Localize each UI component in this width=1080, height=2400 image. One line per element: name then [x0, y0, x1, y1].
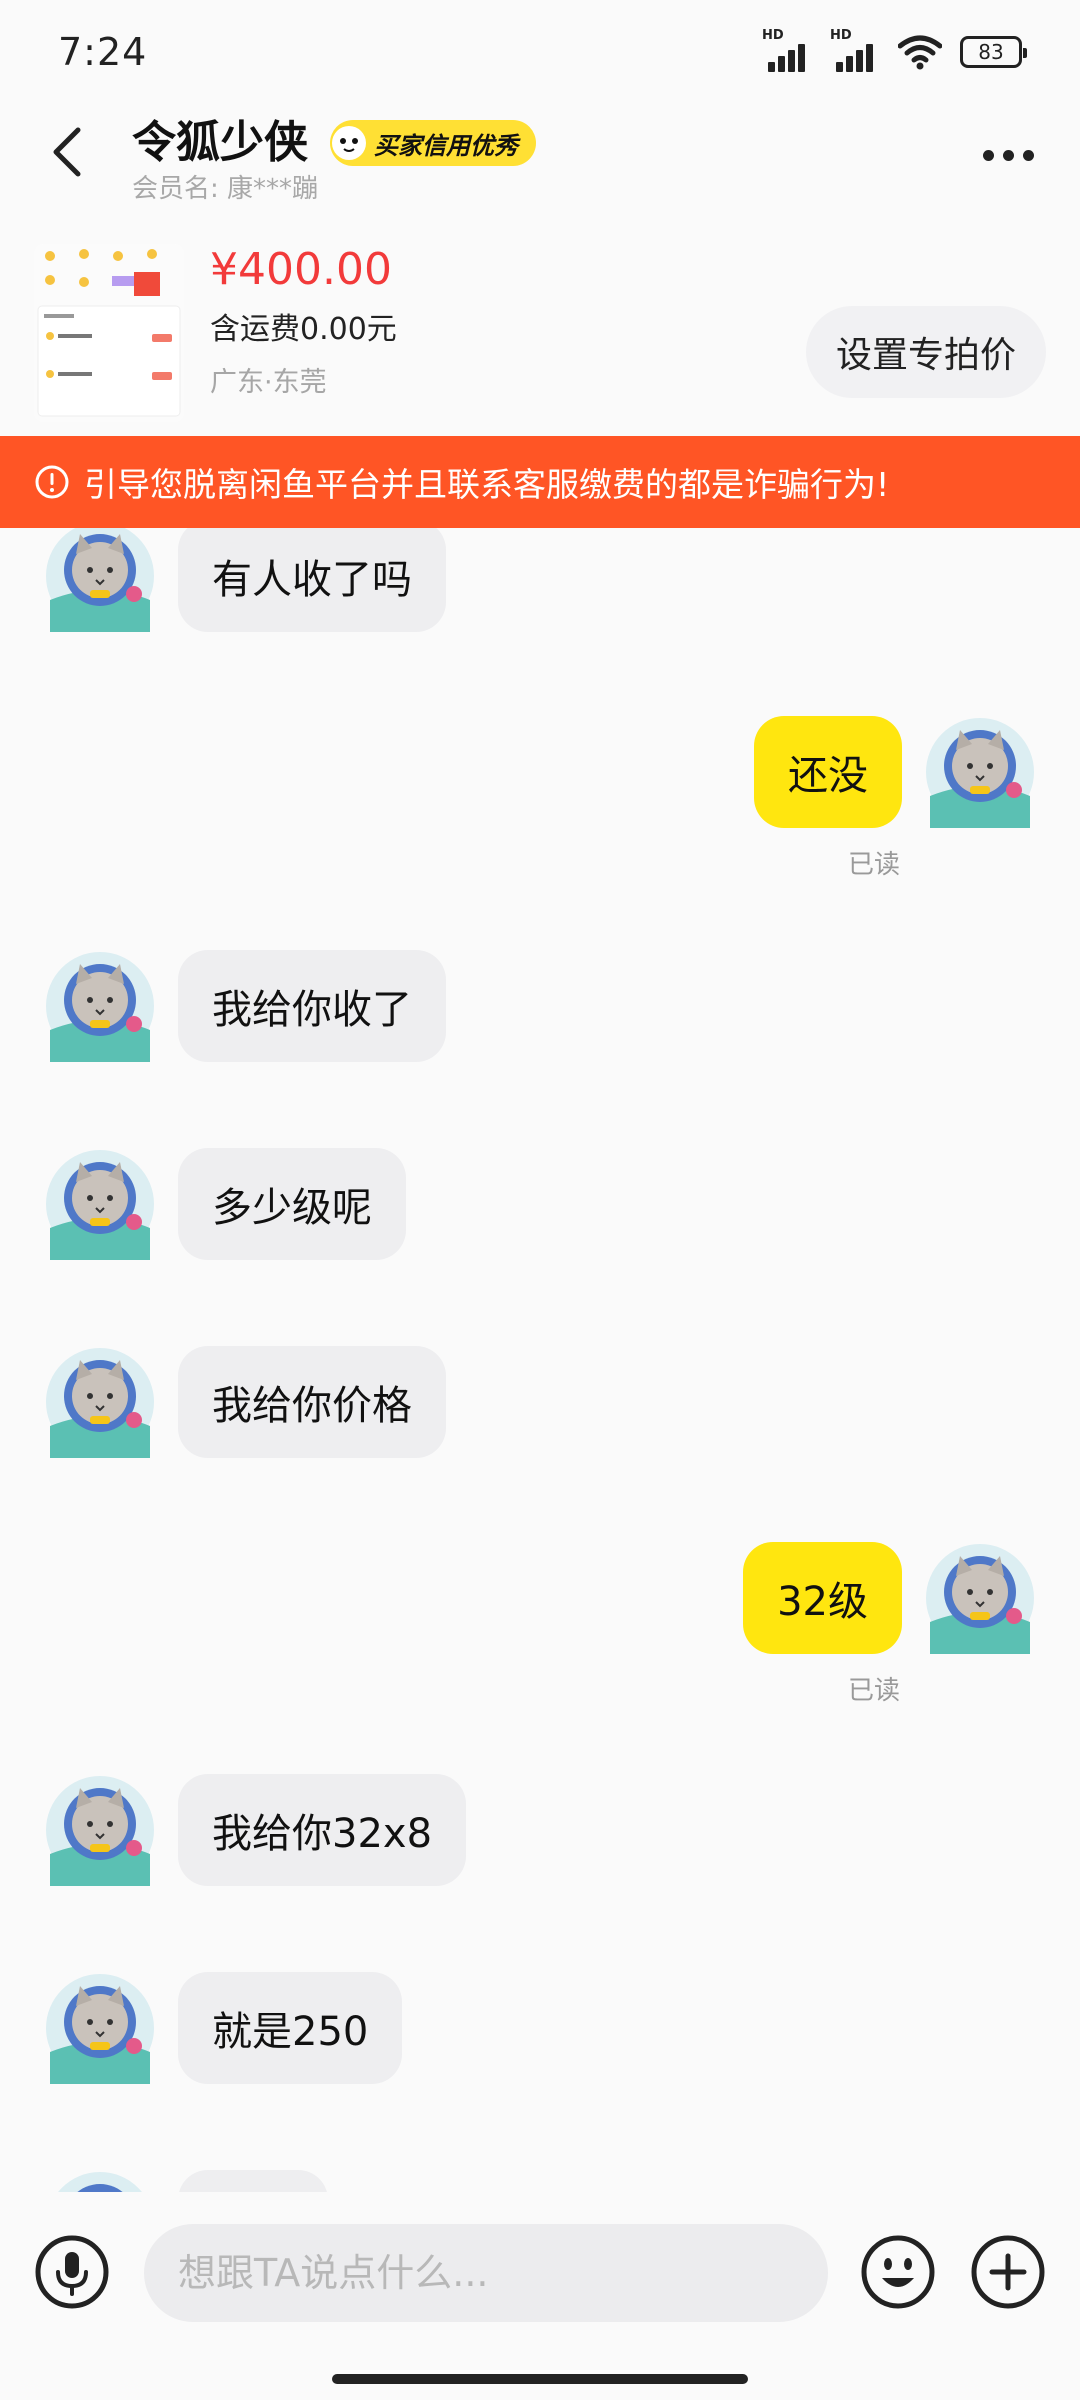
avatar[interactable]: [44, 528, 156, 632]
message-bubble[interactable]: 多少级呢: [178, 1148, 406, 1260]
emoji-icon[interactable]: [860, 2234, 936, 2310]
message-bubble[interactable]: 我给你收了: [178, 950, 446, 1062]
battery-icon: 83: [960, 36, 1027, 68]
message-input[interactable]: [144, 2224, 828, 2322]
message-bubble[interactable]: [178, 2170, 328, 2192]
message-bubble[interactable]: 我给你价格: [178, 1346, 446, 1458]
message-list[interactable]: 有人收了吗 还没 已读 我给你收了 多少级呢 我给你价格 32级 已读 我给你3…: [0, 528, 1080, 2192]
sim1-hd-label: HD: [762, 28, 784, 43]
chat-header: 令狐少侠 买家信用优秀 会员名: 康***蹦: [0, 100, 1080, 220]
cat-avatar-icon: [926, 718, 1034, 828]
title-group: 令狐少侠 买家信用优秀: [132, 106, 536, 170]
fish-mascot-icon: [332, 126, 366, 160]
avatar[interactable]: [44, 1346, 156, 1458]
cat-avatar-icon: [926, 1544, 1034, 1654]
credit-badge[interactable]: 买家信用优秀: [330, 120, 536, 166]
microphone-icon[interactable]: [34, 2234, 110, 2310]
cat-avatar-icon: [46, 1150, 154, 1260]
read-status: 已读: [847, 850, 900, 880]
signal-icon: HD: [830, 28, 880, 72]
plus-icon[interactable]: [970, 2234, 1046, 2310]
status-bar: 7:24 HD HD 83: [0, 0, 1080, 100]
shipping-info: 含运费0.00元: [210, 312, 397, 347]
message-bubble[interactable]: 就是250: [178, 1972, 403, 2084]
avatar[interactable]: [924, 716, 1036, 828]
product-price: ¥400.00: [210, 244, 392, 295]
product-thumbnail[interactable]: [34, 244, 184, 422]
message-bubble[interactable]: 32级: [743, 1542, 902, 1654]
cat-avatar-icon: [58, 2172, 142, 2192]
cat-avatar-icon: [46, 952, 154, 1062]
back-icon[interactable]: [40, 122, 100, 182]
cat-avatar-icon: [46, 1348, 154, 1458]
product-location: 广东·东莞: [210, 367, 327, 398]
sim2-hd-label: HD: [830, 28, 852, 43]
avatar[interactable]: [44, 1972, 156, 2084]
set-special-price-button[interactable]: 设置专拍价: [805, 306, 1046, 398]
home-indicator[interactable]: [332, 2374, 748, 2384]
cat-avatar-icon: [46, 1776, 154, 1886]
warning-icon: [35, 465, 69, 499]
dot-icon: [1022, 149, 1034, 161]
message-bubble[interactable]: 我给你32x8: [178, 1774, 467, 1886]
avatar[interactable]: [44, 1148, 156, 1260]
input-bar: [0, 2192, 1080, 2400]
wifi-icon: [898, 35, 942, 70]
avatar[interactable]: [44, 1774, 156, 1886]
avatar[interactable]: [44, 950, 156, 1062]
credit-badge-label: 买家信用优秀: [374, 131, 518, 160]
avatar[interactable]: [924, 1542, 1036, 1654]
message-bubble[interactable]: 还没: [754, 716, 902, 828]
dot-icon: [1002, 149, 1014, 161]
cat-avatar-icon: [46, 528, 154, 632]
member-label: 会员名:: [132, 174, 219, 204]
product-card[interactable]: ¥400.00 含运费0.00元 广东·东莞 设置专拍价: [0, 222, 1080, 436]
avatar[interactable]: [44, 2170, 156, 2192]
dot-icon: [982, 149, 994, 161]
fraud-warning-text: 引导您脱离闲鱼平台并且联系客服缴费的都是诈骗行为!: [84, 465, 890, 504]
status-time: 7:24: [58, 30, 148, 74]
member-info: 会员名: 康***蹦: [132, 168, 318, 205]
read-status: 已读: [847, 1676, 900, 1706]
fraud-warning-banner: 引导您脱离闲鱼平台并且联系客服缴费的都是诈骗行为!: [0, 436, 1080, 528]
cat-avatar-icon: [46, 1974, 154, 2084]
battery-level: 83: [978, 40, 1004, 64]
more-options-button[interactable]: [978, 140, 1038, 170]
signal-icon: HD: [762, 28, 812, 72]
message-bubble[interactable]: 有人收了吗: [178, 528, 446, 632]
chat-title[interactable]: 令狐少侠: [132, 117, 308, 168]
member-name: 康***蹦: [227, 174, 319, 204]
status-icons: HD HD 83: [762, 28, 1027, 72]
